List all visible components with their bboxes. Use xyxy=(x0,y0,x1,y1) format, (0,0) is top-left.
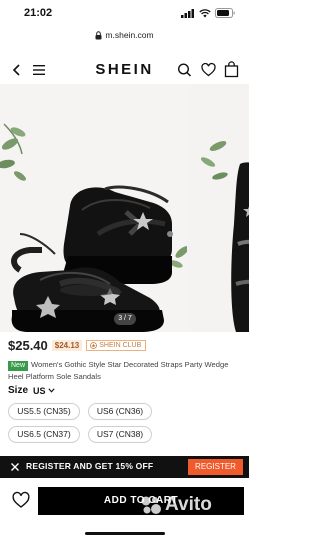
register-button[interactable]: REGISTER xyxy=(188,459,243,475)
signal-icon xyxy=(181,8,194,18)
promo-text: REGISTER AND GET 15% OFF xyxy=(26,461,154,471)
size-region-label: US xyxy=(33,385,46,396)
home-indicator xyxy=(85,532,165,535)
avito-logo-icon xyxy=(141,496,161,514)
product-price: $25.40 xyxy=(8,338,48,353)
gallery-counter: 3 / 7 xyxy=(114,313,136,325)
status-bar: 21:02 xyxy=(0,0,249,26)
wishlist-heart-icon[interactable] xyxy=(12,491,30,509)
url-bar[interactable]: m.shein.com xyxy=(0,26,249,44)
product-gallery[interactable]: 3 / 7 xyxy=(0,84,249,332)
size-option-us7[interactable]: US7 (CN38) xyxy=(88,426,152,443)
bag-icon[interactable] xyxy=(224,61,239,78)
size-option-us6[interactable]: US6 (CN36) xyxy=(88,403,152,420)
product-image-main[interactable] xyxy=(0,84,187,332)
product-image-next[interactable] xyxy=(190,84,249,332)
size-label: Size xyxy=(8,385,29,396)
new-badge: New xyxy=(8,361,29,371)
size-region-selector[interactable]: US xyxy=(33,386,55,396)
club-price: $24.13 xyxy=(51,340,83,351)
close-icon[interactable] xyxy=(10,461,20,473)
site-header: SHEIN xyxy=(0,55,249,85)
product-title: Women's Gothic Style Star Decorated Stra… xyxy=(8,360,229,381)
chevron-down-icon xyxy=(47,388,55,393)
url-text: m.shein.com xyxy=(105,30,154,40)
club-logo-icon xyxy=(90,342,98,349)
size-option-us6-5[interactable]: US6.5 (CN37) xyxy=(8,426,80,443)
size-section-header: Size US xyxy=(8,385,55,396)
club-badge-label: SHEIN CLUB xyxy=(99,342,142,349)
status-icons xyxy=(181,8,235,18)
wifi-icon xyxy=(199,8,211,17)
avito-watermark: Avito xyxy=(140,494,212,516)
heart-icon[interactable] xyxy=(201,62,216,78)
price-row: $25.40 $24.13 SHEIN CLUB xyxy=(8,338,147,353)
search-icon[interactable] xyxy=(177,62,192,78)
size-option-us5-5[interactable]: US5.5 (CN35) xyxy=(8,403,80,420)
product-title-row: New Women's Gothic Style Star Decorated S… xyxy=(8,359,242,382)
battery-icon xyxy=(215,8,235,18)
watermark-text: Avito xyxy=(165,494,212,515)
club-badge[interactable]: SHEIN CLUB xyxy=(86,340,147,351)
lock-icon xyxy=(95,30,102,39)
promo-banner: REGISTER AND GET 15% OFF REGISTER xyxy=(0,456,249,478)
status-time: 21:02 xyxy=(24,7,53,19)
